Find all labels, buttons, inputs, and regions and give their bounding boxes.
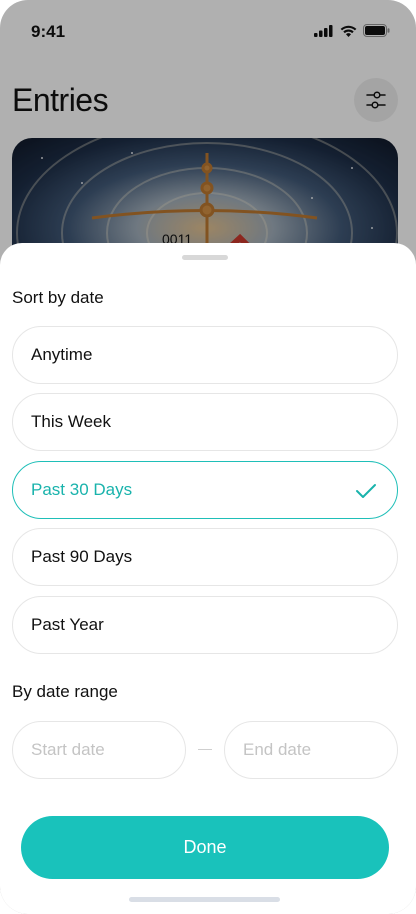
option-past-90-days[interactable]: Past 90 Days (12, 528, 398, 586)
start-date-field[interactable]: Start date (12, 721, 186, 779)
option-label: This Week (31, 412, 111, 431)
date-range-section-title: By date range (12, 682, 118, 701)
option-past-30-days[interactable]: Past 30 Days (12, 461, 398, 519)
option-label: Past Year (31, 615, 104, 634)
done-button-label: Done (183, 837, 227, 857)
sheet-grabber[interactable] (182, 255, 228, 260)
sort-section-title: Sort by date (12, 288, 104, 307)
home-indicator (129, 897, 280, 902)
sort-bottom-sheet: Sort by date Anytime This Week Past 30 D… (0, 243, 416, 914)
end-date-field[interactable]: End date (224, 721, 398, 779)
option-this-week[interactable]: This Week (12, 393, 398, 451)
option-label: Past 90 Days (31, 547, 133, 566)
end-date-placeholder: End date (243, 740, 312, 759)
option-label: Past 30 Days (31, 480, 133, 499)
option-label: Anytime (31, 345, 93, 364)
option-past-year[interactable]: Past Year (12, 596, 398, 654)
checkmark-icon (356, 484, 376, 498)
option-anytime[interactable]: Anytime (12, 326, 398, 384)
start-date-placeholder: Start date (31, 740, 105, 759)
phone-screen: 9:41 Entries 0011 Sort by date Anytime T… (0, 0, 416, 914)
done-button[interactable]: Done (21, 816, 389, 879)
range-separator (198, 749, 212, 750)
